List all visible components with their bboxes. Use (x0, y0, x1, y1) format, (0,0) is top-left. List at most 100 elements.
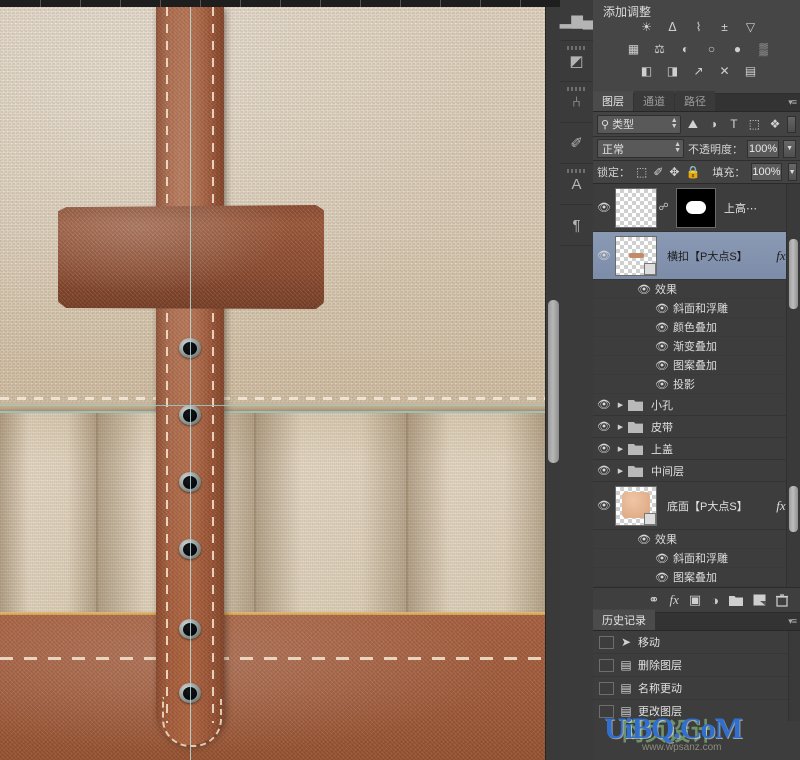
eye-icon[interactable]: 👁 (593, 249, 615, 262)
eye-icon[interactable]: 👁 (593, 552, 673, 565)
eye-icon[interactable]: 👁 (593, 302, 673, 315)
eye-icon[interactable]: 👁 (593, 378, 673, 391)
list-item[interactable]: 👁 颜色叠加 (593, 318, 800, 337)
table-row[interactable]: 👁 ▶ 小孔 (593, 394, 800, 416)
group-name[interactable]: 上盖 (645, 441, 673, 457)
group-name[interactable]: 中间层 (645, 463, 684, 479)
layer-thumbnail[interactable] (615, 188, 657, 228)
tab-layers[interactable]: 图层 (593, 90, 633, 111)
list-item[interactable]: ▤ 更改图层 (593, 700, 800, 721)
lock-position-icon[interactable]: ✥ (669, 165, 679, 180)
effect-name[interactable]: 图案叠加 (673, 357, 717, 373)
filter-kind-select[interactable]: ⚲ 类型 ▲▼ (597, 115, 681, 134)
list-item[interactable]: 👁 渐变叠加 (593, 337, 800, 356)
list-item[interactable]: 👁 投影 (593, 375, 800, 394)
layer-mask-thumbnail[interactable] (676, 188, 716, 228)
lock-all-icon[interactable]: 🔒 (685, 165, 700, 180)
layers-panel-tabbar[interactable]: 图层 通道 路径 ▾≡ (593, 94, 800, 112)
dock-tool-presets[interactable]: ✐ (560, 123, 593, 164)
list-item[interactable]: 👁 效果 (593, 280, 800, 299)
filter-shape-icon[interactable]: ⬚ (746, 116, 763, 133)
layer-style-fx-icon[interactable]: fx (669, 592, 678, 608)
filter-pixel-icon[interactable]: ⛰ (685, 116, 702, 133)
eye-icon[interactable]: 👁 (593, 398, 615, 411)
filter-type-icon[interactable]: T (726, 116, 743, 133)
dock-brush[interactable]: ⑃ (560, 82, 593, 123)
table-row[interactable]: 👁 横扣【P大点S】 fx ▲ (593, 232, 800, 280)
fill-dropdown-icon[interactable]: ▼ (788, 163, 797, 181)
tab-history[interactable]: 历史记录 (593, 609, 655, 630)
layers-list[interactable]: 👁 ☍ 上高⋯ 👁 横扣【P大点S】 fx ▲ 👁 效果 (593, 184, 800, 587)
table-row[interactable]: 👁 ▶ 上盖 (593, 438, 800, 460)
gradient-map-icon[interactable]: ▤ (741, 62, 761, 80)
link-icon[interactable]: ☍ (659, 202, 668, 213)
filter-toggle-switch[interactable] (787, 116, 796, 133)
eye-icon[interactable]: 👁 (593, 321, 673, 334)
lock-transparent-pixels-icon[interactable]: ⬚ (636, 165, 647, 180)
layer-name[interactable]: 横扣【P大点S】 (659, 248, 774, 264)
effect-name[interactable]: 颜色叠加 (673, 319, 717, 335)
history-panel-menu-icon[interactable]: ▾≡ (788, 616, 796, 627)
new-layer-icon[interactable] (753, 594, 766, 606)
effect-name[interactable]: 渐变叠加 (673, 338, 717, 354)
selective-color-icon[interactable]: ✕ (715, 62, 735, 80)
dock-histogram[interactable]: ▂▆▄ (560, 0, 593, 41)
eye-icon[interactable]: 👁 (593, 533, 655, 546)
layers-scrollbar[interactable] (786, 184, 800, 587)
canvas-scrollbar-thumb[interactable] (548, 300, 559, 463)
table-row[interactable]: 👁 ☍ 上高⋯ (593, 184, 800, 232)
link-layers-icon[interactable]: ⚭ (649, 592, 660, 608)
layer-name[interactable]: 底面【P大点S】 (659, 498, 774, 514)
chevron-updown-icon[interactable]: ▲▼ (674, 142, 681, 154)
dock-navigator[interactable]: ◩ (560, 41, 593, 82)
eye-icon[interactable]: 👁 (593, 464, 615, 477)
brightness-contrast-icon[interactable]: ☀ (637, 18, 657, 36)
eye-icon[interactable]: 👁 (593, 442, 615, 455)
eye-icon[interactable]: 👁 (593, 283, 655, 296)
color-lookup-icon[interactable]: ▒ (754, 40, 774, 58)
effect-name[interactable]: 投影 (673, 376, 695, 392)
list-item[interactable]: ▤ 名称更动 (593, 677, 800, 700)
dock-paragraph[interactable]: ¶ (560, 205, 593, 246)
layer-thumbnail[interactable] (615, 486, 657, 526)
table-row[interactable]: 👁 ▶ 皮带 (593, 416, 800, 438)
group-name[interactable]: 皮带 (645, 419, 673, 435)
eye-icon[interactable]: 👁 (593, 420, 615, 433)
history-snapshot-checkbox[interactable] (599, 705, 614, 718)
add-layer-mask-icon[interactable]: ▣ (689, 592, 701, 608)
list-item[interactable]: 👁 图案叠加 (593, 356, 800, 375)
eye-icon[interactable]: 👁 (593, 499, 615, 512)
history-snapshot-checkbox[interactable] (599, 682, 614, 695)
history-snapshot-checkbox[interactable] (599, 636, 614, 649)
filter-adjustment-icon[interactable]: ◑ (705, 116, 722, 133)
layers-scrollbar-thumb-upper[interactable] (789, 239, 798, 309)
eye-icon[interactable]: 👁 (593, 201, 615, 214)
list-item[interactable]: 👁 斜面和浮雕 (593, 549, 800, 568)
list-item[interactable]: ▤ 删除图层 (593, 654, 800, 677)
chevron-right-icon[interactable]: ▶ (615, 467, 626, 475)
effect-name[interactable]: 斜面和浮雕 (673, 300, 728, 316)
opacity-dropdown-icon[interactable]: ▼ (783, 140, 796, 158)
dock-character[interactable]: A (560, 164, 593, 205)
chevron-right-icon[interactable]: ▶ (615, 445, 626, 453)
blend-mode-select[interactable]: 正常 ▲▼ (597, 139, 684, 158)
eye-icon[interactable]: 👁 (593, 571, 673, 584)
filter-smart-icon[interactable]: ❖ (767, 116, 784, 133)
chevron-right-icon[interactable]: ▶ (615, 401, 626, 409)
history-list[interactable]: ➤ 移动 ▤ 删除图层 ▤ 名称更动 ▤ 更改图层 ▤ 更改图层样式 (593, 631, 800, 721)
threshold-icon[interactable]: ↗ (689, 62, 709, 80)
list-item[interactable]: 👁 效果 (593, 530, 800, 549)
canvas-area[interactable] (0, 0, 560, 760)
history-panel-tabbar[interactable]: 历史记录 ▾≡ (593, 613, 800, 631)
photo-filter-icon[interactable]: ○ (702, 40, 722, 58)
collapsed-panel-dock[interactable]: ▂▆▄ ◩ ⑃ ✐ A ¶ (560, 0, 594, 760)
list-item[interactable]: 👁 斜面和浮雕 (593, 299, 800, 318)
black-white-icon[interactable]: ◐ (676, 40, 696, 58)
panel-menu-icon[interactable]: ▾≡ (788, 97, 796, 108)
vibrance-icon[interactable]: ▽ (741, 18, 761, 36)
table-row[interactable]: 👁 底面【P大点S】 fx ▲ (593, 482, 800, 530)
levels-icon[interactable]: ᐃ (663, 18, 683, 36)
posterize-icon[interactable]: ◨ (663, 62, 683, 80)
effect-name[interactable]: 图案叠加 (673, 569, 717, 585)
invert-icon[interactable]: ◧ (637, 62, 657, 80)
